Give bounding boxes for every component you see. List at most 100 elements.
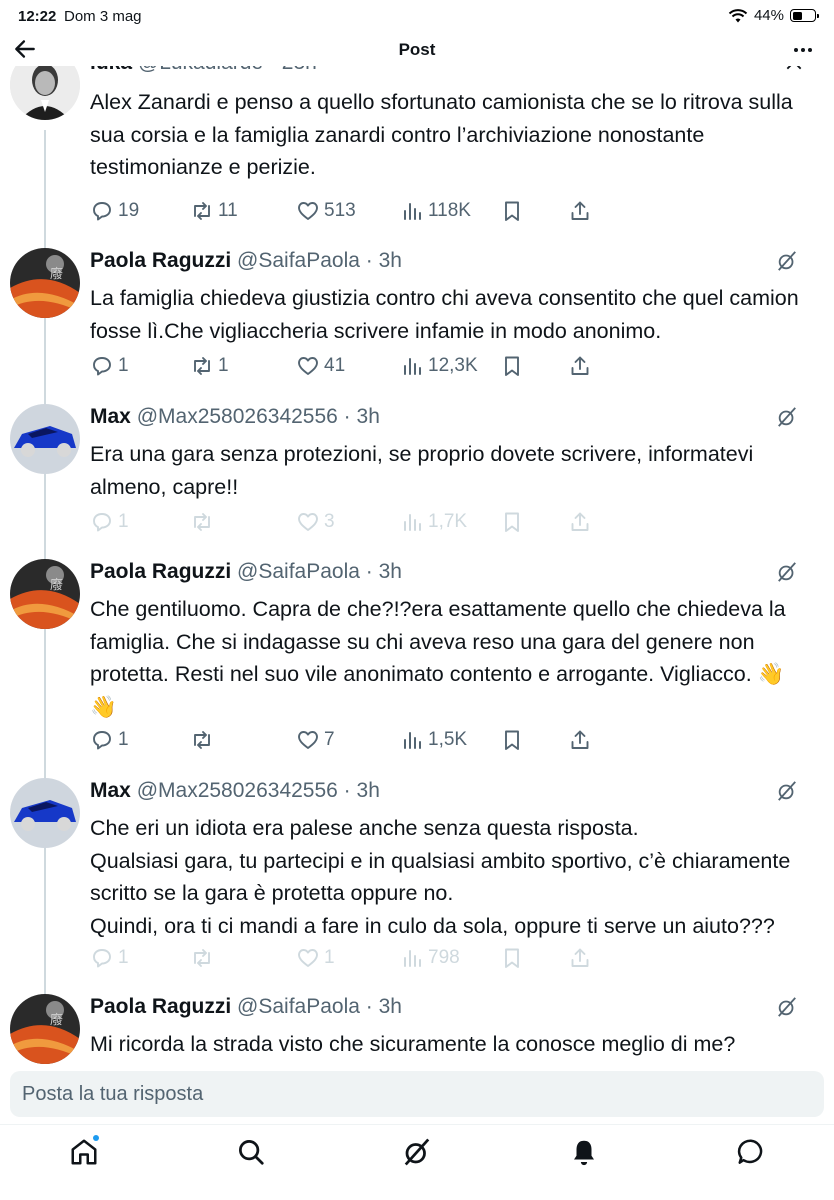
repost-button[interactable] [190,944,218,972]
grok-icon[interactable] [776,996,798,1018]
like-button[interactable]: 41 [296,352,345,380]
author-handle[interactable]: @Max258026342556 [137,405,338,428]
tab-messages[interactable] [736,1137,766,1167]
bookmark-button[interactable] [500,352,524,380]
avatar[interactable]: 廢 [10,559,80,629]
x-logo-icon[interactable] [784,66,804,72]
conversation-feed[interactable]: luka @Lukadiarde · 23h Alex Zanardi e pe… [0,66,834,1066]
author-name[interactable]: Paola Raguzzi [90,560,231,583]
repost-button[interactable] [190,726,218,754]
more-icon[interactable] [790,38,816,62]
views-button[interactable]: 1,7K [400,508,467,536]
repost-icon [190,510,214,534]
reply-count: 1 [118,729,129,750]
avatar[interactable]: 廢 [10,994,80,1064]
views-count: 1,5K [428,729,468,750]
tweet-actions: 1 7 1,5K [90,726,610,754]
author-handle[interactable]: @Lukadiarde [138,66,263,74]
tab-grok[interactable] [402,1137,432,1167]
like-button[interactable]: 3 [296,508,335,536]
reply-button[interactable]: 1 [90,726,129,754]
author-name[interactable]: Paola Raguzzi [90,995,231,1018]
home-icon [71,1139,97,1165]
views-button[interactable]: 1,5K [400,726,467,754]
grok-icon[interactable] [776,406,798,428]
views-icon [400,354,424,378]
author-name[interactable]: Paola Raguzzi [90,249,231,272]
like-count: 7 [324,729,335,750]
battery-icon [790,9,819,22]
bookmark-button[interactable] [500,944,524,972]
views-button[interactable]: 12,3K [400,352,478,380]
like-icon [296,354,320,378]
share-button[interactable] [568,197,592,225]
tweet-time: 3h [378,995,402,1018]
avatar[interactable] [10,778,80,848]
tab-bar [0,1124,834,1200]
tab-notifications[interactable] [569,1137,599,1167]
tweet-text: La famiglia chiedeva giustizia contro ch… [90,286,799,343]
avatar[interactable] [10,66,80,120]
tweet[interactable]: 廢 Paola Raguzzi @SaifaPaola · 3h Che gen… [0,559,834,739]
reply-button[interactable]: 1 [90,944,129,972]
share-button[interactable] [568,944,592,972]
grok-icon[interactable] [776,561,798,583]
author-handle[interactable]: @SaifaPaola [237,995,360,1018]
bookmark-icon [500,946,524,970]
author-name[interactable]: luka [90,66,132,74]
reply-button[interactable]: 1 [90,352,129,380]
svg-text:廢: 廢 [50,267,63,282]
reply-icon [90,728,114,752]
tweet-text: Mi ricorda la strada visto che sicuramen… [90,1032,736,1056]
share-icon [568,728,592,752]
reply-button[interactable]: 1 [90,508,129,536]
tweet-time: 3h [356,779,380,802]
share-button[interactable] [568,726,592,754]
share-button[interactable] [568,508,592,536]
repost-button[interactable]: 1 [190,352,229,380]
author-handle[interactable]: @Max258026342556 [137,779,338,802]
reply-count: 1 [118,355,129,376]
reply-input[interactable]: Posta la tua risposta [10,1071,824,1117]
repost-button[interactable]: 11 [190,197,238,225]
author-name[interactable]: Max [90,779,131,802]
avatar[interactable] [10,404,80,474]
tweet[interactable]: Max @Max258026342556 · 3h Che eri un idi… [0,778,834,958]
reply-button[interactable]: 19 [90,197,139,225]
author-name[interactable]: Max [90,405,131,428]
wifi-icon [728,8,748,22]
like-count: 3 [324,511,335,532]
status-right: 44% [728,7,819,24]
tweet[interactable]: 廢 Paola Raguzzi @SaifaPaola · 3h Mi rico… [0,994,834,1066]
share-icon [568,510,592,534]
views-count: 12,3K [428,355,478,376]
repost-button[interactable] [190,508,218,536]
like-button[interactable]: 1 [296,944,335,972]
tab-search[interactable] [236,1137,266,1167]
tab-home[interactable] [69,1135,99,1167]
repost-count: 1 [218,355,229,376]
author-handle[interactable]: @SaifaPaola [237,249,360,272]
bookmark-button[interactable] [500,726,524,754]
bookmark-icon [500,354,524,378]
bookmark-icon [500,728,524,752]
like-button[interactable]: 513 [296,197,356,225]
views-button[interactable]: 798 [400,944,460,972]
views-count: 118K [428,200,471,221]
grok-icon[interactable] [776,780,798,802]
grok-icon[interactable] [776,250,798,272]
views-count: 1,7K [428,511,468,532]
like-icon [296,946,320,970]
avatar[interactable]: 廢 [10,248,80,318]
views-button[interactable]: 118K [400,197,471,225]
status-date: Dom 3 mag [64,8,142,25]
tweet-actions: 19 11 513 118K [90,197,610,225]
reply-count: 1 [118,947,129,968]
bookmark-button[interactable] [500,508,524,536]
repost-icon [190,354,214,378]
tweet-meta: Max @Max258026342556 · 3h [90,779,380,802]
author-handle[interactable]: @SaifaPaola [237,560,360,583]
share-button[interactable] [568,352,592,380]
like-button[interactable]: 7 [296,726,335,754]
bookmark-button[interactable] [500,197,524,225]
